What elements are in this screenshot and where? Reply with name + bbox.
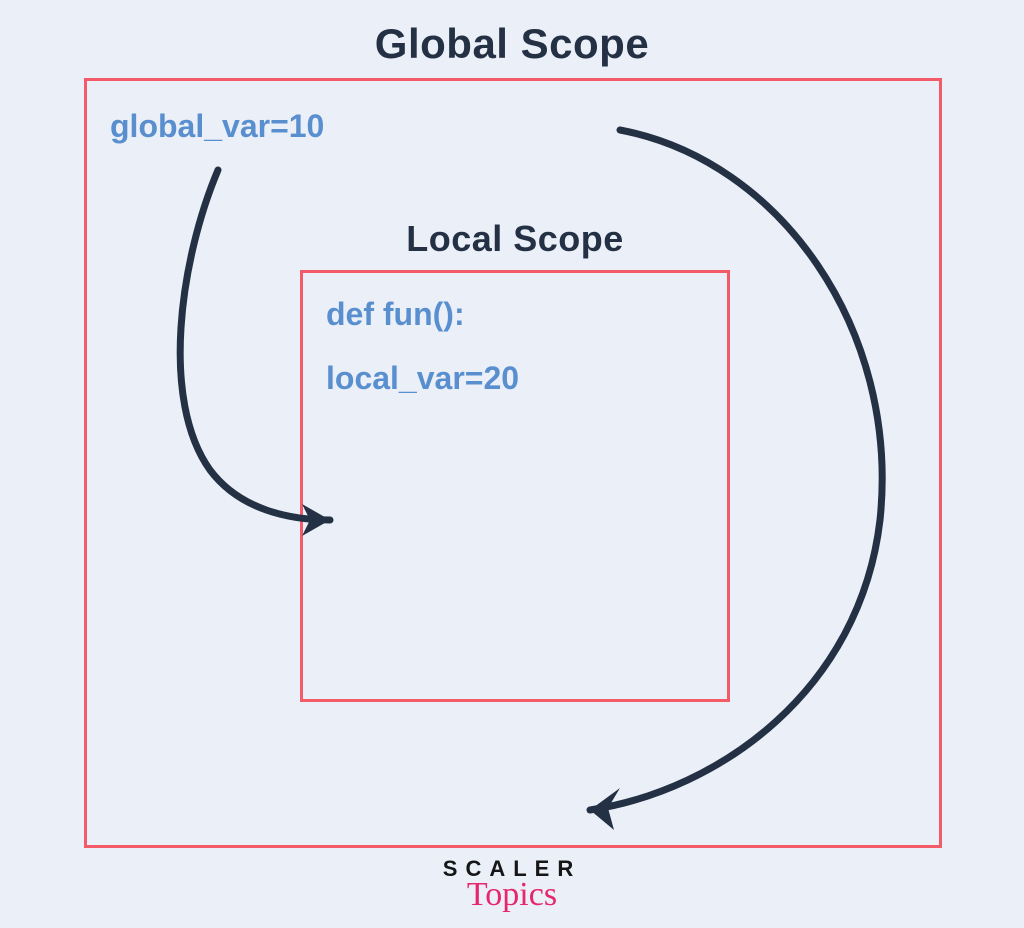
brand-logo: SCALER Topics [0, 856, 1024, 914]
local-var-code: local_var=20 [326, 360, 519, 397]
local-scope-title: Local Scope [300, 218, 730, 260]
local-scope-box [300, 270, 730, 702]
global-var-code: global_var=10 [110, 108, 324, 145]
global-scope-title: Global Scope [0, 20, 1024, 68]
brand-word-topics: Topics [0, 876, 1024, 914]
def-fun-code: def fun(): [326, 296, 465, 333]
